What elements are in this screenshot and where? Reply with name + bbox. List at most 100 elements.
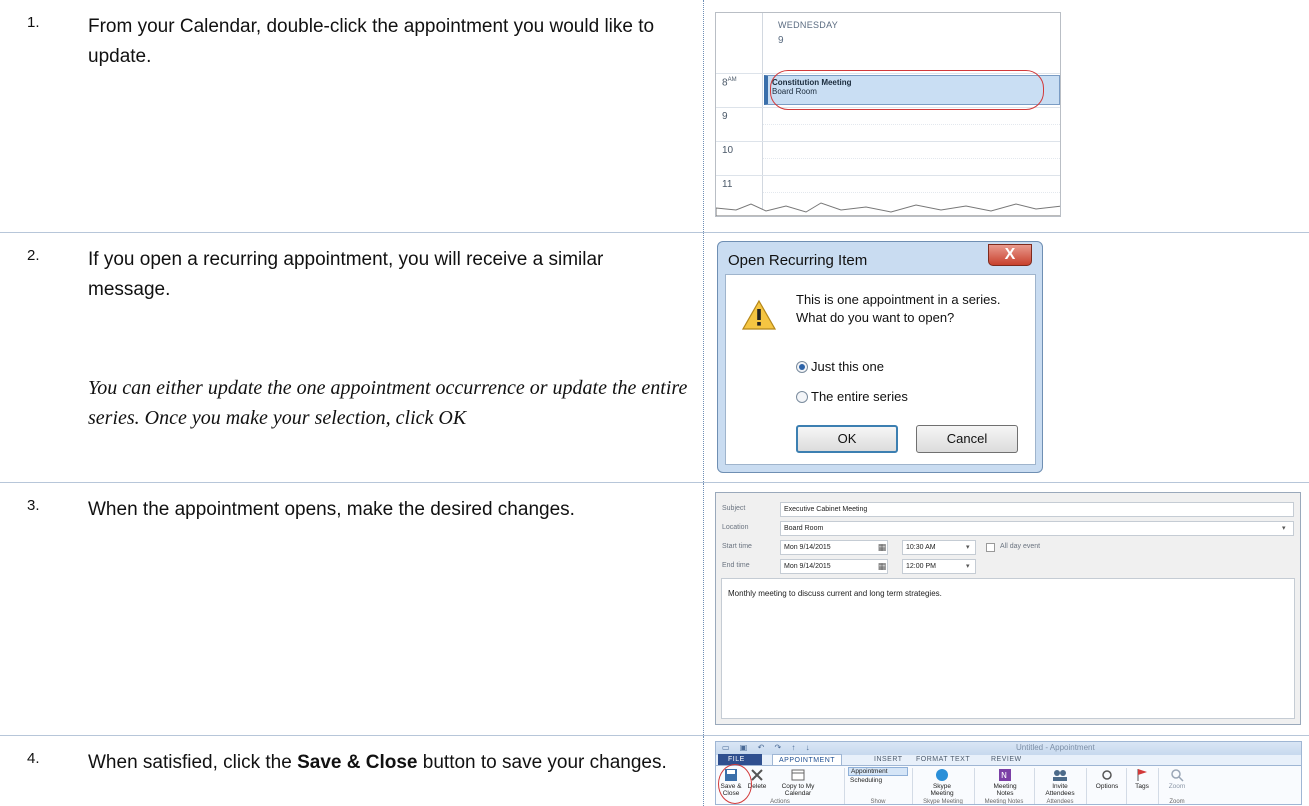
calendar-screenshot: WEDNESDAY 9 8AM 9 10 11 Constitution Mee… — [715, 12, 1061, 217]
cancel-button[interactable]: Cancel — [916, 425, 1018, 453]
scheduling-view-button[interactable]: Scheduling — [850, 777, 910, 784]
button-label: Options — [1095, 783, 1119, 790]
radio-label: Just this one — [811, 359, 884, 374]
step-text-cell: 4. When satisfied, click the Save & Clos… — [0, 736, 704, 806]
step-image-cell: Subject Executive Cabinet Meeting Locati… — [705, 483, 1309, 735]
options-button[interactable]: Options — [1090, 768, 1124, 790]
skype-icon — [936, 769, 948, 781]
dialog-body: This is one appointment in a series. Wha… — [725, 274, 1036, 465]
instruction-table: 1. From your Calendar, double-click the … — [0, 0, 1309, 806]
step-row-3: 3. When the appointment opens, make the … — [0, 482, 1309, 735]
dialog-message-line: This is one appointment in a series. — [796, 292, 1001, 307]
close-button[interactable]: X — [988, 244, 1032, 266]
appointment-view-button[interactable]: Appointment — [848, 767, 908, 776]
chevron-down-icon[interactable]: ▾ — [966, 543, 970, 551]
button-label: Meeting — [930, 790, 954, 797]
radio-unselected-icon — [796, 391, 808, 403]
tab-review[interactable]: REVIEW — [991, 754, 1022, 765]
tab-format-text[interactable]: FORMAT TEXT — [916, 754, 970, 765]
group-label-zoom: Zoom — [1169, 799, 1185, 805]
all-day-checkbox[interactable] — [986, 543, 995, 552]
step-instruction: If you open a recurring appointment, you… — [88, 249, 604, 300]
tags-button[interactable]: Tags — [1128, 768, 1156, 790]
step-instruction: When the appointment opens, make the des… — [88, 499, 575, 520]
calendar-icon[interactable]: ▦ — [876, 560, 888, 572]
step-image-cell: WEDNESDAY 9 8AM 9 10 11 Constitution Mee… — [705, 0, 1309, 232]
subject-field[interactable]: Executive Cabinet Meeting — [780, 502, 1294, 517]
instruction-text: When satisfied, click the — [88, 752, 298, 773]
half-hour-line — [763, 124, 1060, 125]
ok-button[interactable]: OK — [796, 425, 898, 453]
appointment-form: Subject Executive Cabinet Meeting Locati… — [715, 492, 1301, 725]
group-label-show: Show — [870, 799, 886, 805]
tab-file[interactable]: FILE — [718, 754, 762, 765]
hour-line — [716, 141, 1060, 142]
warning-icon — [742, 299, 776, 330]
group-label-notes: Meeting Notes — [984, 799, 1024, 805]
hour-label: 8AM — [722, 77, 737, 89]
people-icon — [1053, 770, 1067, 781]
step-instruction: When satisfied, click the Save & Close b… — [88, 748, 688, 778]
button-label: Skype — [932, 783, 952, 790]
outlook-ribbon: ▭ ▣ ↶ ↷ ↑ ↓ Untitled - Appointment FILE … — [715, 741, 1302, 805]
step-row-1: 1. From your Calendar, double-click the … — [0, 0, 1309, 232]
button-label: Invite — [1052, 783, 1068, 790]
hour-label: 9 — [722, 111, 728, 122]
copy-to-calendar-button[interactable]: Copy to My Calendar — [772, 768, 824, 797]
step-image-cell: Open Recurring Item X This is one appoin… — [705, 233, 1309, 482]
end-date-field[interactable]: Mon 9/14/2015 — [780, 559, 888, 574]
highlight-ellipse — [718, 764, 752, 804]
button-label: Zoom — [1168, 783, 1186, 790]
skype-meeting-button[interactable]: Skype Meeting — [914, 768, 970, 797]
step-image-cell: ▭ ▣ ↶ ↷ ↑ ↓ Untitled - Appointment FILE … — [705, 736, 1309, 806]
calendar-day-number: 9 — [778, 35, 784, 46]
group-label-attendees: Attendees — [1046, 799, 1074, 805]
quick-access-toolbar[interactable]: ▭ ▣ ↶ ↷ ↑ ↓ — [722, 743, 814, 752]
step-instruction: From your Calendar, double-click the app… — [88, 16, 655, 67]
button-label: Copy to My — [781, 783, 815, 790]
button-label: Calendar — [784, 790, 812, 797]
calendar-icon[interactable]: ▦ — [876, 541, 888, 553]
ribbon-body: Save & Close Delete Copy to My Calendar Ac… — [716, 765, 1301, 805]
step-number: 3. — [27, 497, 40, 514]
end-time-field[interactable]: 12:00 PM — [902, 559, 976, 574]
location-field[interactable]: Board Room — [780, 521, 1294, 536]
step-text-cell: 1. From your Calendar, double-click the … — [0, 0, 704, 232]
location-label: Location — [722, 524, 749, 531]
notes-body[interactable]: Monthly meeting to discuss current and l… — [721, 578, 1295, 719]
radio-selected-icon — [796, 361, 808, 373]
all-day-label: All day event — [1000, 543, 1041, 550]
open-recurring-dialog: Open Recurring Item X This is one appoin… — [717, 241, 1043, 473]
instruction-text: button to save your changes. — [417, 752, 667, 773]
half-hour-line — [763, 192, 1060, 193]
step-number: 1. — [27, 14, 40, 31]
hour-label: 10 — [722, 145, 734, 156]
invite-attendees-button[interactable]: Invite Attendees — [1036, 768, 1084, 797]
tab-appointment[interactable]: APPOINTMENT — [772, 754, 843, 765]
button-label: Notes — [996, 790, 1014, 797]
magnifier-icon — [1171, 769, 1184, 782]
tab-insert[interactable]: INSERT — [874, 754, 903, 765]
meeting-notes-button[interactable]: N Meeting Notes — [978, 768, 1032, 797]
radio-just-this-one[interactable]: Just this one — [796, 359, 884, 374]
button-label: Meeting — [993, 783, 1017, 790]
start-date-field[interactable]: Mon 9/14/2015 — [780, 540, 888, 555]
step-note: You can either update the one appointmen… — [88, 377, 688, 429]
dialog-title: Open Recurring Item — [728, 252, 868, 269]
start-time-label: Start time — [722, 543, 752, 550]
step-row-2: 2. If you open a recurring appointment, … — [0, 232, 1309, 482]
dialog-message-line: What do you want to open? — [796, 310, 955, 325]
chevron-down-icon[interactable]: ▾ — [1282, 524, 1286, 532]
chevron-down-icon[interactable]: ▾ — [966, 562, 970, 570]
step-text-cell: 2. If you open a recurring appointment, … — [0, 233, 704, 482]
button-label: Tags — [1135, 783, 1149, 790]
options-icon — [1102, 770, 1112, 780]
radio-entire-series[interactable]: The entire series — [796, 389, 908, 404]
dialog-message: This is one appointment in a series. Wha… — [796, 291, 1001, 327]
group-divider — [1086, 768, 1087, 804]
start-time-field[interactable]: 10:30 AM — [902, 540, 976, 555]
hour-line — [716, 175, 1060, 176]
torn-edge — [716, 202, 1060, 216]
hour-label: 11 — [722, 179, 733, 190]
zoom-button[interactable]: Zoom — [1162, 768, 1192, 790]
